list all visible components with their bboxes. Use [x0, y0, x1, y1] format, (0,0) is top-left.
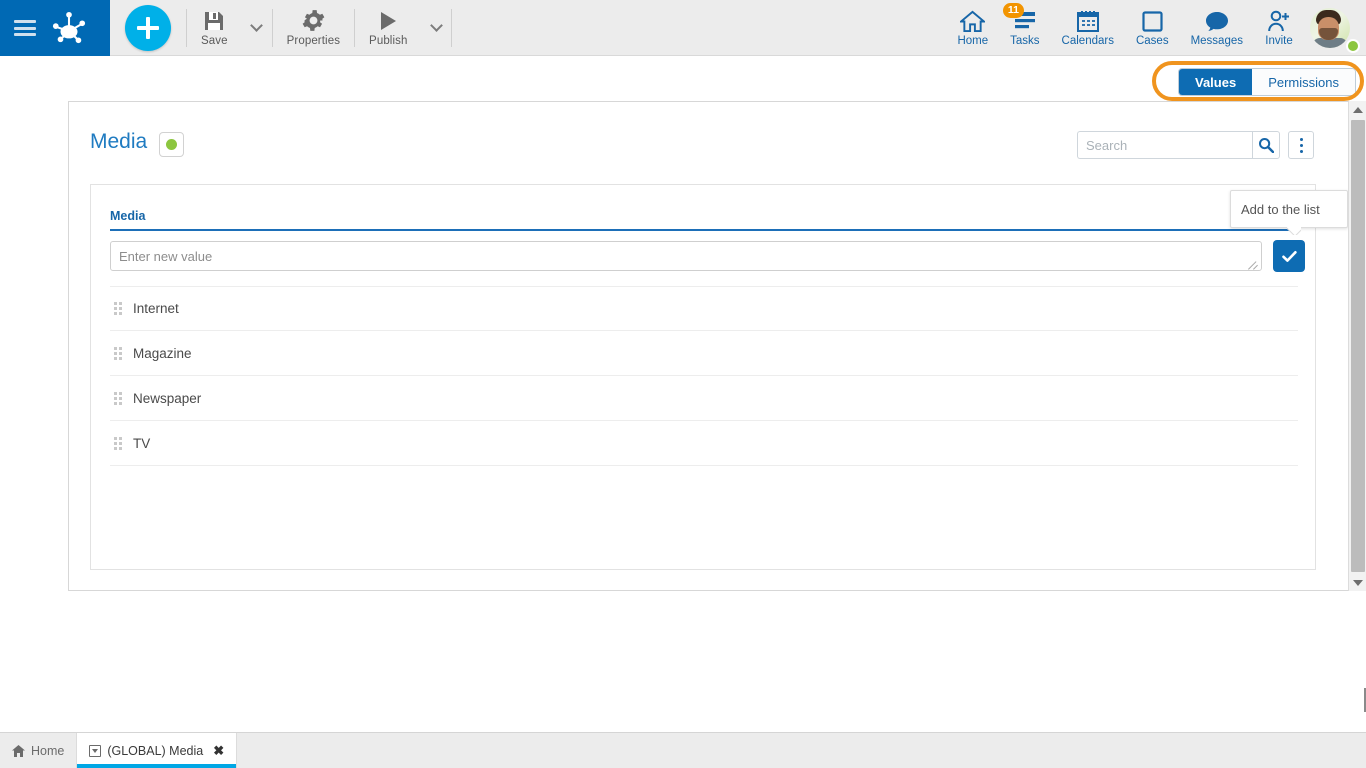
nav-label-invite: Invite — [1265, 35, 1293, 47]
nav-item-cases[interactable]: Cases — [1125, 0, 1180, 55]
nav-label-calendars: Calendars — [1061, 35, 1114, 47]
scroll-down-arrow-icon[interactable] — [1349, 574, 1366, 591]
gear-icon — [302, 8, 325, 32]
save-label: Save — [201, 35, 228, 47]
tasks-badge: 11 — [1002, 3, 1024, 18]
properties-label: Properties — [286, 35, 341, 47]
list-item-label: TV — [133, 435, 151, 451]
taskbar-label-global-media: (GLOBAL) Media — [107, 743, 204, 758]
vertical-dots-icon — [1299, 137, 1303, 141]
save-dropdown-caret[interactable] — [242, 0, 272, 55]
publish-label: Publish — [369, 35, 408, 47]
top-toolbar: Save Properties Publish Home 11 Tasks Ca… — [0, 0, 1366, 56]
speech-bubble-icon — [1205, 8, 1229, 34]
list-item-label: Newspaper — [133, 390, 202, 406]
drag-handle-icon[interactable] — [114, 346, 124, 360]
nav-item-tasks[interactable]: 11 Tasks — [999, 0, 1050, 55]
scroll-up-arrow-icon[interactable] — [1349, 101, 1366, 118]
person-plus-icon — [1267, 8, 1291, 34]
properties-button[interactable]: Properties — [273, 0, 354, 55]
search-button[interactable] — [1252, 131, 1280, 159]
save-button[interactable]: Save — [187, 0, 242, 55]
publish-button[interactable]: Publish — [355, 0, 421, 55]
toolbar-publish-group: Publish — [355, 0, 451, 55]
house-icon — [12, 744, 25, 757]
nav-item-calendars[interactable]: Calendars — [1051, 0, 1125, 55]
tooltip-arrow — [1287, 227, 1301, 235]
floppy-disk-icon — [203, 8, 225, 32]
new-value-row: Add to the list — [110, 190, 1348, 272]
drag-handle-icon[interactable] — [114, 302, 124, 315]
calendar-icon — [1076, 8, 1099, 34]
drag-handle-icon[interactable] — [114, 391, 124, 405]
panel-divider — [110, 229, 1298, 231]
status-dot — [166, 139, 177, 150]
panel-field-label: Media — [110, 209, 146, 223]
add-to-list-tooltip: Add to the list — [1230, 190, 1348, 228]
task-list-icon: 11 — [1002, 3, 1037, 34]
taskbar-item-global-media[interactable]: (GLOBAL) Media ✖ — [77, 733, 238, 768]
square-icon — [1142, 8, 1163, 34]
play-triangle-icon — [378, 8, 398, 32]
nav-item-home[interactable]: Home — [946, 0, 999, 55]
add-to-list-button[interactable] — [1273, 240, 1305, 272]
toolbar-save-group: Save — [187, 0, 272, 55]
nav-label-home: Home — [957, 35, 989, 47]
nav-item-invite[interactable]: Invite — [1254, 0, 1304, 55]
nav-label-messages: Messages — [1190, 35, 1243, 47]
taskbar-item-home[interactable]: Home — [0, 733, 78, 768]
nav-label-tasks: Tasks — [1010, 35, 1040, 47]
vertical-scrollbar[interactable] — [1348, 101, 1366, 591]
list-item[interactable]: Newspaper — [110, 376, 1298, 421]
vertical-dots-icon — [1299, 149, 1303, 153]
search-input[interactable] — [1077, 131, 1252, 159]
global-nav: Home 11 Tasks Calendars Cases Messages I… — [946, 0, 1366, 55]
chevron-down-icon — [430, 19, 443, 32]
check-icon — [1281, 250, 1297, 262]
status-badge[interactable] — [159, 132, 184, 157]
chevron-down-icon — [250, 19, 263, 32]
add-new-wrapper — [110, 0, 186, 55]
presence-online-indicator — [1346, 39, 1360, 53]
window-icon — [89, 744, 102, 757]
list-item[interactable]: Magazine — [110, 331, 1298, 376]
tab-strip-highlight-annotation — [1152, 61, 1364, 101]
toolbar-properties-group: Properties — [273, 0, 354, 55]
house-icon — [960, 8, 986, 34]
vertical-dots-icon — [1299, 143, 1303, 147]
add-new-button[interactable] — [125, 4, 171, 51]
tab-strip-zone: Values Permissions — [0, 57, 1366, 102]
drag-handle-icon[interactable] — [114, 436, 124, 450]
page-title: Media — [90, 130, 148, 153]
more-options-button[interactable] — [1288, 131, 1314, 159]
search-group — [1077, 131, 1280, 159]
new-value-input[interactable] — [110, 241, 1262, 271]
nav-label-cases: Cases — [1135, 35, 1169, 47]
frog-logo-icon[interactable] — [50, 11, 88, 45]
list-item[interactable]: TV — [110, 421, 1298, 466]
hamburger-icon[interactable] — [14, 20, 36, 36]
card-header: Media — [69, 102, 1358, 172]
taskbar-label-home: Home — [31, 743, 65, 758]
list-item[interactable]: Internet — [110, 286, 1298, 331]
brand-block — [0, 0, 110, 56]
values-panel: Media Add to the list Internet — [90, 184, 1348, 570]
close-icon[interactable]: ✖ — [213, 743, 224, 759]
tooltip-text: Add to the list — [1241, 201, 1320, 217]
list-item-label: Internet — [133, 301, 179, 316]
taskbar: Home (GLOBAL) Media ✖ — [0, 732, 1366, 768]
nav-item-messages[interactable]: Messages — [1180, 0, 1254, 55]
values-list: Internet Magazine Newspaper TV — [110, 286, 1298, 466]
magnifier-icon — [1259, 138, 1274, 153]
scrollbar-thumb[interactable] — [1351, 120, 1365, 572]
publish-dropdown-caret[interactable] — [421, 0, 451, 55]
media-card: Media Media — [68, 101, 1358, 591]
avatar-wrapper[interactable] — [1304, 0, 1360, 55]
list-item-label: Magazine — [133, 345, 192, 361]
avatar[interactable] — [1310, 7, 1350, 48]
